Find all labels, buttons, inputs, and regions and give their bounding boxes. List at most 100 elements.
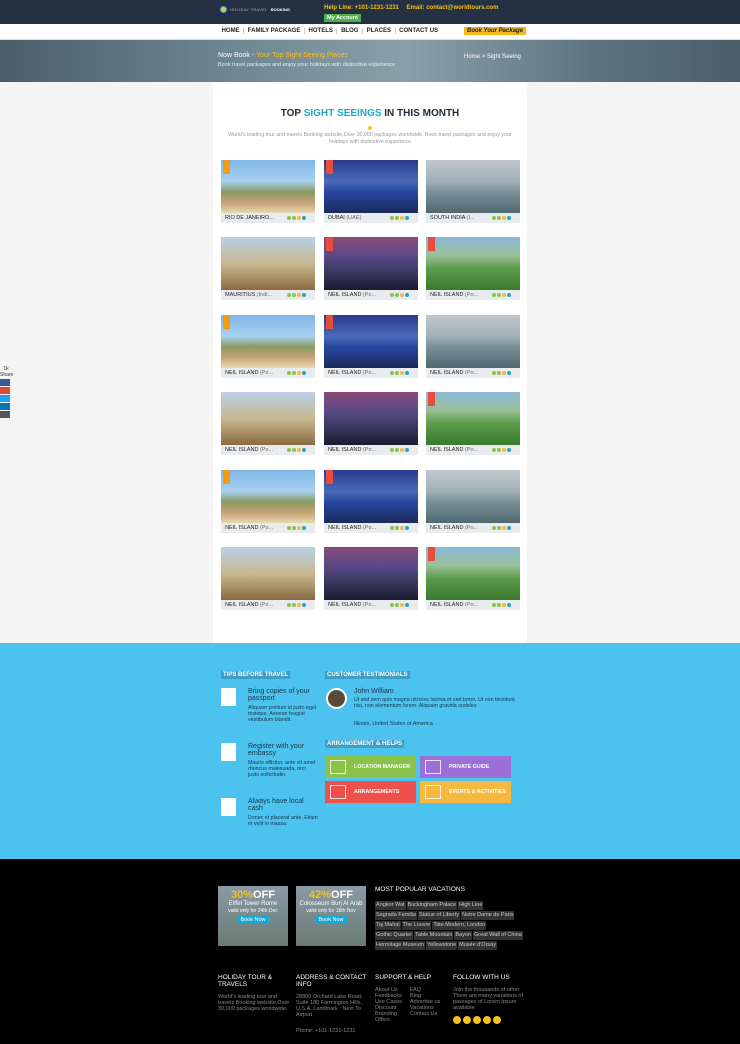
nav-home[interactable]: HOME	[218, 28, 245, 34]
promo-colosseum[interactable]: 42%OFF Colosseum Burj Al Arab valid only…	[296, 886, 366, 946]
sight-card[interactable]: MAURITIUS (Indi...	[221, 237, 315, 300]
sight-image[interactable]	[221, 160, 315, 213]
vacation-tag[interactable]: High Line	[458, 901, 484, 910]
nav-blog[interactable]: BLOG	[337, 28, 364, 34]
book-package-button[interactable]: Book Your Package	[464, 27, 527, 35]
sight-image[interactable]	[221, 237, 315, 290]
sight-image[interactable]	[426, 392, 520, 445]
vacation-tag[interactable]: Great Wall of China	[473, 931, 523, 940]
sight-image[interactable]	[426, 547, 520, 600]
sight-card[interactable]: NEIL ISLAND (Po...	[221, 392, 315, 455]
sight-name[interactable]: NEIL ISLAND (Po...	[328, 525, 388, 531]
facebook-icon[interactable]	[453, 1016, 461, 1024]
sight-name[interactable]: NEIL ISLAND (Po...	[430, 602, 490, 608]
sight-name[interactable]: MAURITIUS (Indi...	[225, 292, 285, 298]
nav-places[interactable]: PLACES	[363, 28, 396, 34]
sight-card[interactable]: NEIL ISLAND (Po...	[426, 315, 520, 378]
sight-image[interactable]	[324, 470, 418, 523]
vacation-tag[interactable]: Notre Dame de Paris	[461, 911, 515, 920]
linkedin-icon[interactable]	[483, 1016, 491, 1024]
email[interactable]: Email: contact@worldtours.com	[407, 5, 499, 11]
sight-image[interactable]	[426, 470, 520, 523]
sight-name[interactable]: NEIL ISLAND (Po...	[430, 525, 490, 531]
vacation-tag[interactable]: The Louvre	[401, 921, 432, 930]
sight-image[interactable]	[426, 237, 520, 290]
sight-card[interactable]: NEIL ISLAND (Po...	[324, 547, 418, 610]
sight-image[interactable]	[324, 315, 418, 368]
sight-card[interactable]: NEIL ISLAND (Po...	[426, 392, 520, 455]
twitter-icon[interactable]	[0, 395, 10, 402]
promo-eiffel[interactable]: 30%OFF Eiffel Tower Rome valid only for …	[218, 886, 288, 946]
sight-image[interactable]	[221, 547, 315, 600]
sight-image[interactable]	[426, 160, 520, 213]
private-guide-button[interactable]: PRIVATE GUIDE	[420, 756, 511, 778]
vacation-tag[interactable]: Yellowstone	[426, 941, 458, 950]
location-manager-button[interactable]: LOCATION MANAGER	[325, 756, 416, 778]
nav-hotels[interactable]: HOTELS	[305, 28, 338, 34]
sight-name[interactable]: NEIL ISLAND (Po...	[430, 292, 490, 298]
sight-card[interactable]: NEIL ISLAND (Po...	[324, 470, 418, 533]
sight-name[interactable]: RIO DE JANEIRO...	[225, 215, 285, 221]
sight-name[interactable]: NEIL ISLAND (Po...	[430, 447, 490, 453]
sight-image[interactable]	[324, 392, 418, 445]
sight-name[interactable]: NEIL ISLAND (Po...	[328, 370, 388, 376]
sight-image[interactable]	[221, 315, 315, 368]
vacation-tag[interactable]: Sagrada Familia	[375, 911, 418, 920]
sight-card[interactable]: NEIL ISLAND (Po...	[426, 237, 520, 300]
vacation-tag[interactable]: Musée d'Orsay	[458, 941, 497, 950]
sight-image[interactable]	[324, 547, 418, 600]
nav-contact[interactable]: CONTACT US	[396, 28, 442, 34]
sight-image[interactable]	[324, 237, 418, 290]
sight-name[interactable]: SOUTH INDIA (I...	[430, 215, 490, 221]
sight-image[interactable]	[221, 392, 315, 445]
sight-card[interactable]: NEIL ISLAND (Po...	[324, 315, 418, 378]
vacation-tag[interactable]: Gothic Quarter	[375, 931, 414, 940]
sight-card[interactable]: NEIL ISLAND (Po...	[221, 547, 315, 610]
sight-card[interactable]: NEIL ISLAND (Po...	[324, 392, 418, 455]
twitter-icon[interactable]	[473, 1016, 481, 1024]
sight-name[interactable]: NEIL ISLAND (Po...	[328, 292, 388, 298]
sight-name[interactable]: NEIL ISLAND (Po...	[225, 525, 285, 531]
vacation-tag[interactable]: Table Mountain	[414, 931, 454, 940]
sight-name[interactable]: NEIL ISLAND (Po...	[328, 602, 388, 608]
book-now-button[interactable]: Book Now	[315, 916, 347, 924]
logo[interactable]: HOLIDAY TRAVEL BOOKING	[220, 6, 290, 13]
arrangements-button[interactable]: ARRANGEMENTS	[325, 781, 416, 803]
sight-name[interactable]: DUBAI (UAE)	[328, 215, 388, 221]
sight-name[interactable]: NEIL ISLAND (Po...	[225, 602, 285, 608]
sight-name[interactable]: NEIL ISLAND (Po...	[328, 447, 388, 453]
facebook-icon[interactable]	[0, 379, 10, 386]
sight-card[interactable]: SOUTH INDIA (I...	[426, 160, 520, 223]
vacation-tag[interactable]: Buckingham Palace	[406, 901, 458, 910]
linkedin-icon[interactable]	[0, 403, 10, 410]
sight-card[interactable]: NEIL ISLAND (Po...	[426, 470, 520, 533]
sight-image[interactable]	[426, 315, 520, 368]
sight-name[interactable]: NEIL ISLAND (Po...	[225, 447, 285, 453]
vacation-tag[interactable]: Tate Modern, London	[432, 921, 487, 930]
support-link[interactable]: Branding Offers	[375, 1011, 407, 1023]
google-plus-icon[interactable]	[463, 1016, 471, 1024]
sight-name[interactable]: NEIL ISLAND (Po...	[225, 370, 285, 376]
google-plus-icon[interactable]	[0, 387, 10, 394]
vacation-tag[interactable]: Hermitage Museum	[375, 941, 425, 950]
sight-card[interactable]: NEIL ISLAND (Po...	[221, 315, 315, 378]
book-now-button[interactable]: Book Now	[237, 916, 269, 924]
sight-card[interactable]: NEIL ISLAND (Po...	[426, 547, 520, 610]
sight-name[interactable]: NEIL ISLAND (Po...	[430, 370, 490, 376]
support-link[interactable]: Contact Us	[410, 1011, 448, 1017]
sight-image[interactable]	[221, 470, 315, 523]
sight-card[interactable]: RIO DE JANEIRO...	[221, 160, 315, 223]
nav-family-package[interactable]: FAMILY PACKAGE	[244, 28, 305, 34]
sight-card[interactable]: NEIL ISLAND (Po...	[221, 470, 315, 533]
vacation-tag[interactable]: Bayon	[454, 931, 472, 940]
sight-card[interactable]: NEIL ISLAND (Po...	[324, 237, 418, 300]
my-account-button[interactable]: My Account	[324, 14, 361, 22]
youtube-icon[interactable]	[493, 1016, 501, 1024]
sight-card[interactable]: DUBAI (UAE)	[324, 160, 418, 223]
events-activities-button[interactable]: EVENTS & ACTIVITIES	[420, 781, 511, 803]
breadcrumb[interactable]: Home > Sight Seeing	[464, 54, 521, 60]
vacation-tag[interactable]: Angkor Wat	[375, 901, 406, 910]
vacation-tag[interactable]: Statue of Liberty	[418, 911, 461, 920]
vacation-tag[interactable]: Taj Mahal	[375, 921, 401, 930]
sight-image[interactable]	[324, 160, 418, 213]
